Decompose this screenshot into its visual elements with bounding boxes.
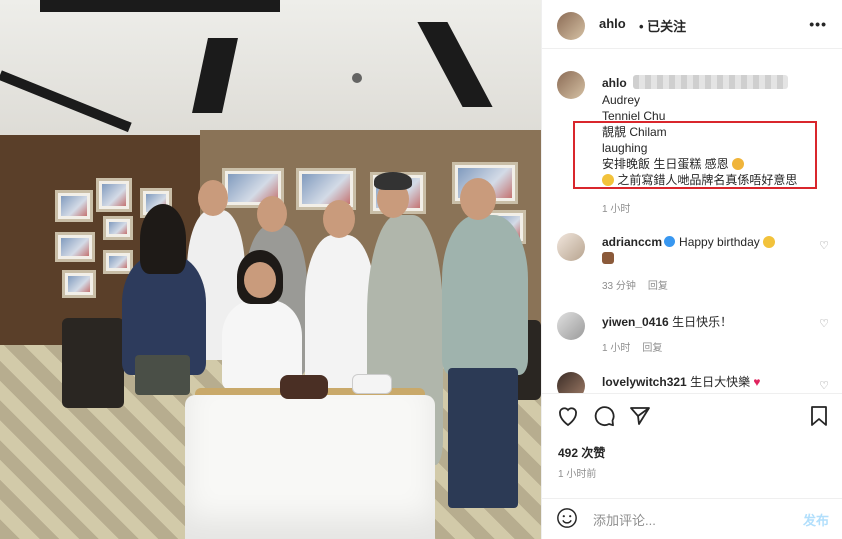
heart-icon[interactable] — [556, 404, 580, 428]
caption-username[interactable]: ahlo — [602, 76, 627, 90]
comment-form: 添加评论... 发布 — [542, 498, 842, 539]
comments-scroll[interactable]: ahlo Audrey Tenniel Chu 靚靚 Chilam laughi… — [542, 49, 842, 393]
instagram-post: ahlo • 已关注 ••• ahlo Audrey Tenniel Chu 靚… — [0, 0, 842, 539]
smile-icon[interactable] — [556, 507, 578, 529]
post-actions: 492 次赞 1 小时前 — [542, 393, 842, 498]
photo-person-head — [257, 196, 287, 232]
comment-row: lovelywitch321 生日大快樂 ♥ — [602, 374, 761, 390]
photo-frame — [55, 232, 95, 262]
like-count[interactable]: 492 次赞 — [558, 444, 605, 461]
cake-emoji-icon — [602, 252, 614, 264]
comment-row: adrianccm Happy birthday — [602, 234, 776, 250]
comment-meta: 33 分钟 回复 — [602, 277, 680, 292]
photo-person-head — [323, 200, 355, 238]
comment-avatar[interactable] — [557, 372, 585, 393]
photo-frame — [96, 178, 132, 212]
photo-sensor — [352, 73, 362, 83]
photo-sofa — [62, 318, 124, 408]
comment-avatar[interactable] — [557, 312, 585, 340]
post-sidebar: ahlo • 已关注 ••• ahlo Audrey Tenniel Chu 靚… — [541, 0, 842, 539]
bookmark-icon[interactable] — [807, 404, 831, 428]
post-header: ahlo • 已关注 ••• — [542, 0, 842, 49]
comment-like-icon[interactable]: ♡ — [819, 317, 829, 330]
reply-button[interactable]: 回复 — [648, 281, 668, 292]
redacted-text — [632, 75, 788, 89]
party-emoji-icon — [763, 236, 776, 248]
caption-time[interactable]: 1 小时 — [602, 204, 630, 215]
photo-person — [442, 215, 528, 375]
comment-text: Happy birthday — [679, 235, 760, 249]
caption-username-line: ahlo — [602, 75, 788, 91]
post-photo[interactable] — [0, 0, 541, 539]
comment-row: yiwen_0416 生日快乐！ — [602, 314, 732, 330]
comment-username[interactable]: yiwen_0416 — [602, 315, 669, 329]
comment-meta: 1 小时 回复 — [602, 339, 674, 354]
photo-ceiling-beam — [40, 0, 280, 12]
photo-frame — [103, 216, 133, 240]
post-timestamp[interactable]: 1 小时前 — [558, 465, 596, 480]
highlight-box — [573, 121, 817, 189]
verified-icon — [664, 236, 676, 247]
photo-person-head — [198, 180, 228, 216]
post-comment-button[interactable]: 发布 — [803, 510, 829, 529]
photo-frame — [103, 250, 133, 274]
photo-person — [305, 235, 375, 395]
photo-frame — [62, 270, 96, 298]
caption-avatar[interactable] — [557, 71, 585, 99]
red-heart-icon: ♥ — [753, 375, 761, 389]
comment-username[interactable]: adrianccm — [602, 235, 662, 249]
comment-username[interactable]: lovelywitch321 — [602, 375, 687, 389]
comment-time[interactable]: 33 分钟 — [602, 281, 636, 292]
photo-person-head — [460, 178, 496, 220]
comment-time[interactable]: 1 小时 — [602, 343, 630, 354]
comment-like-icon[interactable]: ♡ — [819, 239, 829, 252]
photo-person-cap — [374, 172, 412, 190]
photo-table — [185, 395, 435, 539]
author-username[interactable]: ahlo — [599, 16, 626, 31]
photo-person-hair — [140, 204, 186, 274]
more-icon[interactable]: ••• — [809, 16, 827, 32]
photo-frame — [55, 190, 93, 222]
comment-input[interactable]: 添加评论... — [593, 510, 656, 529]
photo-person-legs — [448, 368, 518, 508]
comment-text: 生日快乐！ — [672, 315, 733, 329]
photo-plates — [352, 374, 392, 394]
caption-meta: 1 小时 — [602, 200, 642, 215]
caption-line: Audrey — [602, 93, 641, 107]
author-avatar[interactable] — [557, 12, 585, 40]
photo-person-skirt — [135, 355, 190, 395]
comment-avatar[interactable] — [557, 233, 585, 261]
reply-button[interactable]: 回复 — [642, 343, 662, 354]
photo-person-head — [244, 262, 276, 298]
photo-cake — [280, 375, 328, 399]
share-icon[interactable] — [628, 404, 652, 428]
comment-like-icon[interactable]: ♡ — [819, 379, 829, 392]
comment-text: 生日大快樂 — [690, 375, 751, 389]
follow-status[interactable]: • 已关注 — [639, 16, 686, 35]
comment-icon[interactable] — [592, 404, 616, 428]
